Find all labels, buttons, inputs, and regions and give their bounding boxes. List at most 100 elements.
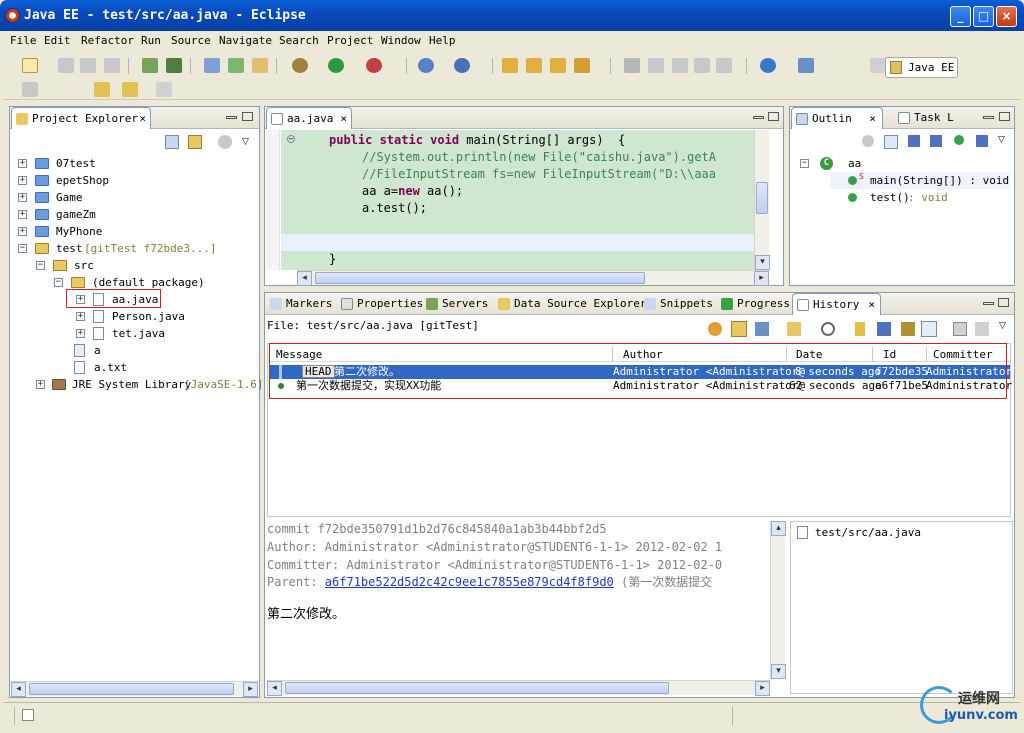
tree-item-game[interactable]: + Game bbox=[18, 189, 248, 206]
scroll-down-icon[interactable]: ▾ bbox=[771, 664, 786, 679]
back-icon[interactable] bbox=[122, 82, 138, 97]
tab-outline[interactable]: Outlin × bbox=[791, 107, 883, 129]
globe-icon[interactable] bbox=[760, 58, 776, 73]
tree-item-myphone[interactable]: + MyPhone bbox=[18, 223, 248, 240]
outline-method-test[interactable]: test() : void bbox=[830, 189, 1010, 206]
sort-icon[interactable] bbox=[884, 135, 898, 149]
tab-history[interactable]: History × bbox=[792, 293, 881, 315]
pen-icon[interactable] bbox=[574, 58, 590, 73]
scroll-left-icon[interactable]: ◂ bbox=[267, 681, 282, 696]
new-class-icon[interactable] bbox=[252, 58, 268, 73]
save-icon[interactable] bbox=[58, 58, 74, 73]
scroll-down-icon[interactable]: ▾ bbox=[755, 255, 770, 270]
close-icon[interactable]: × bbox=[868, 294, 875, 316]
menu-run[interactable]: Run bbox=[141, 34, 161, 47]
menu-edit[interactable]: Edit bbox=[44, 34, 71, 47]
show-details-icon[interactable] bbox=[921, 321, 937, 337]
tab-data-source-explorer[interactable]: Data Source Explorer bbox=[494, 293, 646, 315]
outline-method-main[interactable]: S main(String[]) : void bbox=[830, 172, 1010, 189]
minimize-icon[interactable] bbox=[983, 302, 994, 305]
open-perspective-icon[interactable] bbox=[870, 58, 886, 73]
tab-snippets[interactable]: Snippets bbox=[640, 293, 715, 315]
tree-item-07test[interactable]: + 07test bbox=[18, 155, 248, 172]
web-service-icon[interactable] bbox=[418, 58, 434, 73]
window-titlebar[interactable]: Java EE - test/src/aa.java - Eclipse _ □… bbox=[0, 0, 1024, 31]
fast-view-icon[interactable] bbox=[22, 709, 34, 721]
minimize-icon[interactable] bbox=[983, 116, 994, 119]
layout-icon[interactable] bbox=[953, 322, 967, 336]
menu-search[interactable]: Search bbox=[279, 34, 319, 47]
new-java-project-icon[interactable] bbox=[204, 58, 220, 73]
minimize-icon[interactable] bbox=[226, 116, 237, 119]
tree-item-test[interactable]: − test [gitTest f72bde3...] bbox=[18, 240, 253, 257]
view-menu-icon[interactable]: ▽ bbox=[999, 321, 1006, 331]
collapse-all-icon[interactable] bbox=[165, 135, 179, 149]
commit-details[interactable]: commit f72bde350791d1b2d76c845840a1ab3b4… bbox=[267, 521, 769, 679]
maximize-icon[interactable] bbox=[998, 298, 1009, 307]
debug-icon[interactable] bbox=[292, 58, 308, 73]
close-icon[interactable]: × bbox=[340, 108, 347, 130]
changed-file-item[interactable]: test/src/aa.java bbox=[797, 524, 997, 541]
tree-item-epetshop[interactable]: + epetShop bbox=[18, 172, 248, 189]
run-external-icon[interactable] bbox=[366, 58, 382, 73]
view-menu-icon[interactable]: ▽ bbox=[998, 135, 1005, 145]
link-selection-icon[interactable] bbox=[731, 321, 747, 337]
show-tags-icon[interactable] bbox=[901, 322, 915, 336]
filter-icon[interactable] bbox=[787, 322, 801, 336]
tab-task-list[interactable]: Task L bbox=[894, 107, 964, 129]
print-icon[interactable] bbox=[104, 58, 120, 73]
pin-icon[interactable] bbox=[755, 322, 769, 336]
scroll-left-icon[interactable]: ◂ bbox=[11, 682, 26, 697]
minimize-icon[interactable] bbox=[753, 116, 764, 119]
minimize-button[interactable]: _ bbox=[950, 6, 971, 27]
open-type-icon[interactable] bbox=[454, 58, 470, 73]
show-whitespace-icon[interactable] bbox=[716, 58, 732, 73]
details-vertical-scrollbar[interactable]: ▴ ▾ bbox=[770, 521, 786, 679]
open-folder-icon[interactable] bbox=[502, 58, 518, 73]
scroll-right-icon[interactable]: ▸ bbox=[755, 681, 770, 696]
link-editor-icon[interactable] bbox=[188, 135, 202, 149]
editor-text-area[interactable]: public static void main(String[] args) {… bbox=[281, 130, 768, 270]
tab-progress[interactable]: Progress bbox=[717, 293, 790, 315]
compare-icon[interactable] bbox=[855, 322, 865, 336]
menu-refactor[interactable]: Refactor bbox=[81, 34, 134, 47]
menu-help[interactable]: Help bbox=[429, 34, 456, 47]
view-menu-icon[interactable]: ▽ bbox=[242, 137, 249, 147]
tab-servers[interactable]: Servers bbox=[422, 293, 494, 315]
save-all-icon[interactable] bbox=[80, 58, 96, 73]
nav-icon[interactable] bbox=[22, 82, 38, 97]
search-icon[interactable] bbox=[821, 322, 835, 336]
tree-item-person-java[interactable]: + Person.java bbox=[72, 308, 222, 325]
tab-aa-java[interactable]: aa.java × bbox=[266, 107, 352, 129]
open-resource-icon[interactable] bbox=[550, 58, 566, 73]
new-icon[interactable] bbox=[22, 58, 38, 73]
perspective-java-ee[interactable]: Java EE bbox=[885, 57, 958, 78]
server-icon[interactable] bbox=[166, 58, 182, 73]
maximize-button[interactable]: □ bbox=[973, 6, 994, 27]
tool-icon[interactable] bbox=[798, 58, 814, 73]
outline-class-aa[interactable]: − C aa bbox=[800, 155, 900, 172]
hide-nonpublic-icon[interactable] bbox=[954, 135, 964, 145]
horizontal-scrollbar[interactable]: ◂ ▸ bbox=[11, 681, 258, 697]
changed-files-list[interactable]: test/src/aa.java bbox=[790, 521, 1013, 694]
close-icon[interactable]: × bbox=[139, 108, 146, 130]
editor-horizontal-scrollbar[interactable]: ◂ ▸ bbox=[297, 270, 769, 286]
details-horizontal-scrollbar[interactable]: ◂ ▸ bbox=[267, 680, 770, 696]
open-task-icon[interactable] bbox=[526, 58, 542, 73]
editor-vertical-scrollbar[interactable]: ▾ bbox=[754, 130, 770, 270]
hide-local-types-icon[interactable] bbox=[976, 135, 988, 147]
scroll-right-icon[interactable]: ▸ bbox=[243, 682, 258, 697]
filter-icon[interactable] bbox=[218, 135, 232, 149]
scroll-thumb[interactable] bbox=[756, 182, 768, 214]
show-all-branches-icon[interactable] bbox=[877, 322, 891, 336]
deploy-icon[interactable] bbox=[142, 58, 158, 73]
maximize-icon[interactable] bbox=[768, 112, 779, 121]
run-icon[interactable] bbox=[328, 58, 344, 73]
scroll-right-icon[interactable]: ▸ bbox=[754, 271, 769, 286]
tab-properties[interactable]: Properties bbox=[337, 293, 423, 315]
tree-item-gamezm[interactable]: + gameZm bbox=[18, 206, 248, 223]
tree-item-a-txt[interactable]: a.txt bbox=[72, 359, 222, 376]
menu-file[interactable]: File bbox=[10, 34, 37, 47]
scroll-thumb[interactable] bbox=[315, 272, 645, 284]
menu-window[interactable]: Window bbox=[381, 34, 421, 47]
